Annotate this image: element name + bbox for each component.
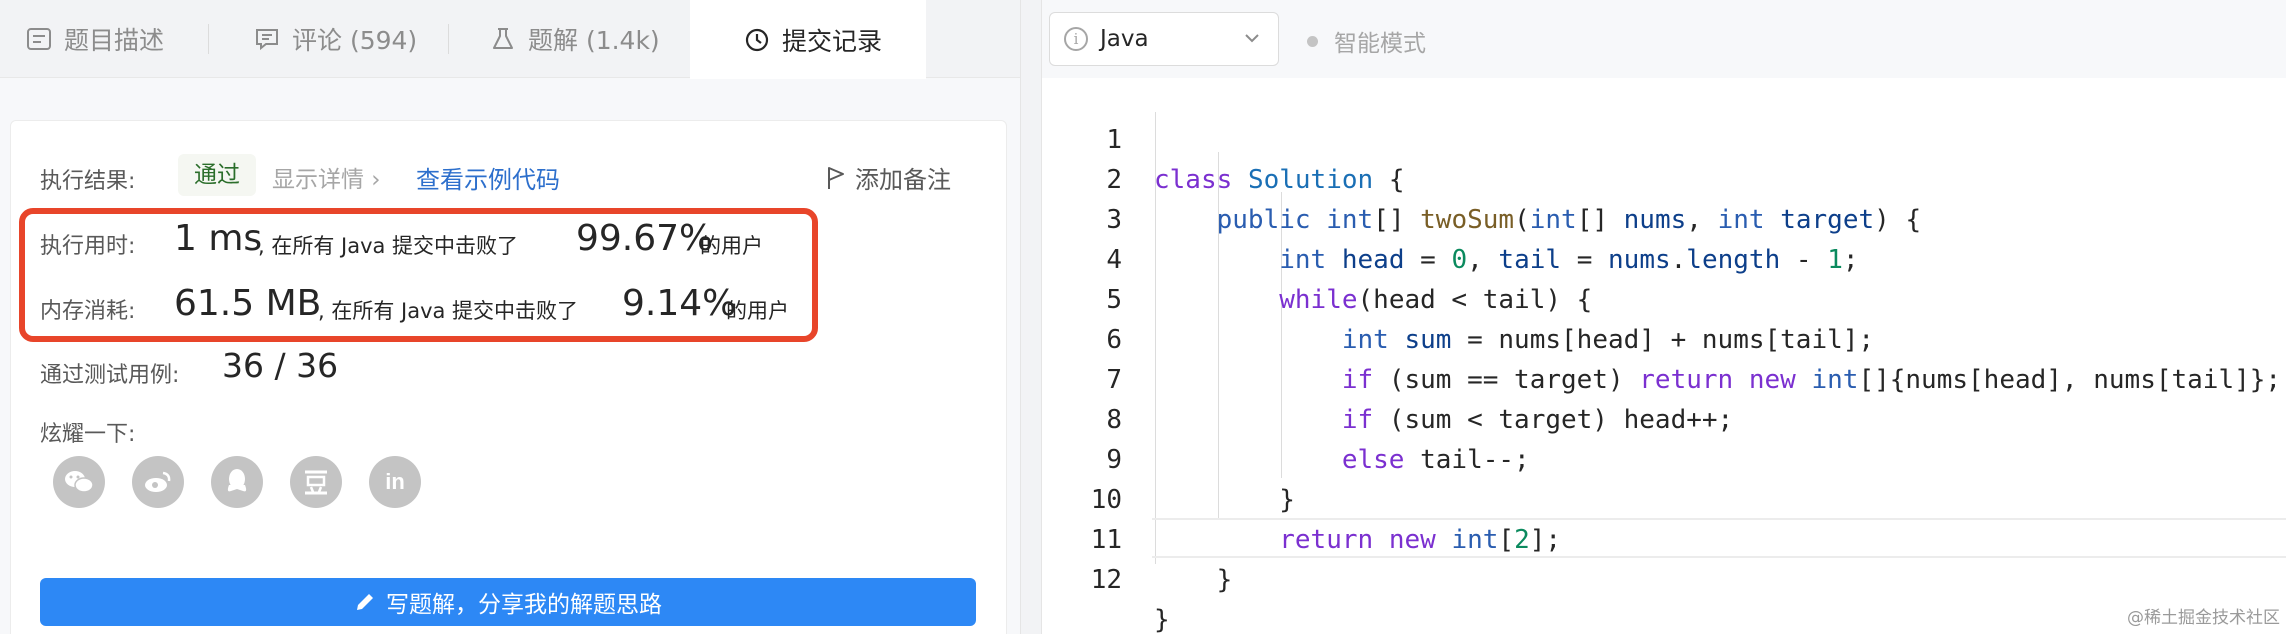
write-solution-label: 写题解，分享我的解题思路 <box>386 592 662 618</box>
code-editor-panel: i Java 智能模式 1 class Solution { 2 public … <box>1042 0 2286 634</box>
douban-icon[interactable] <box>290 456 342 508</box>
tab-bar: 题目描述 评论 (594) 题解 (1.4k) 提交记录 <box>0 0 1020 79</box>
code-line: 7 if (sum < target) head++; <box>1042 320 1733 435</box>
smart-mode-label: 智能模式 <box>1334 31 1426 57</box>
watermark: @稀土掘金技术社区 <box>2127 608 2280 628</box>
line-content: } <box>1154 485 1295 515</box>
clock-icon <box>742 25 772 55</box>
line-content: int head = 0, tail = nums.length - 1; <box>1279 245 1859 275</box>
line-content: class Solution { <box>1154 165 1405 195</box>
code-line: 3 int head = 0, tail = nums.length - 1; <box>1042 160 1858 275</box>
tab-comments-label: 评论 (594) <box>292 26 418 55</box>
line-content: } <box>1154 605 1170 634</box>
line-content: if (sum == target) return new int[]{nums… <box>1341 365 2282 395</box>
language-value: Java <box>1100 26 1149 52</box>
wechat-icon[interactable] <box>53 456 105 508</box>
code-line: 4 while(head < tail) { <box>1042 200 1592 315</box>
line-content: if (sum < target) head++; <box>1341 405 1734 435</box>
line-content: while(head < tail) { <box>1279 285 1593 315</box>
tab-solutions-label: 题解 (1.4k) <box>528 26 660 55</box>
code-area[interactable]: 1 class Solution { 2 public int[] twoSum… <box>1042 78 2286 634</box>
tab-description[interactable]: 题目描述 <box>24 0 164 78</box>
comment-icon <box>252 24 282 54</box>
add-note-button[interactable]: 添加备注 <box>825 160 951 195</box>
info-icon: i <box>1064 27 1088 51</box>
flask-icon <box>488 24 518 54</box>
editor-toolbar: i Java 智能模式 <box>1042 0 2286 78</box>
result-label: 执行结果: <box>40 169 136 194</box>
smart-mode-toggle[interactable]: 智能模式 <box>1307 24 1426 58</box>
language-select[interactable]: i Java <box>1049 12 1279 66</box>
share-label: 炫耀一下: <box>40 422 136 447</box>
tab-comments[interactable]: 评论 (594) <box>252 0 417 78</box>
panel-resizer[interactable] <box>1020 0 1042 634</box>
sample-code-link[interactable]: 查看示例代码 <box>416 160 560 195</box>
tab-separator <box>448 24 449 54</box>
description-icon <box>24 24 54 54</box>
tab-description-label: 题目描述 <box>64 26 165 55</box>
share-icons: in <box>53 456 448 508</box>
line-number: 12 <box>1090 565 1122 595</box>
line-content: return new int[2]; <box>1279 525 1562 555</box>
code-line: 10 return new int[2]; <box>1042 440 1561 555</box>
pencil-icon <box>354 591 376 613</box>
highlight-box <box>19 208 818 342</box>
line-content: int sum = nums[head] + nums[tail]; <box>1341 325 1875 355</box>
code-line: 11 } <box>1042 480 1233 595</box>
flag-icon <box>825 165 847 191</box>
code-line: 8 else tail--; <box>1042 360 1529 475</box>
line-content: else tail--; <box>1341 445 1530 475</box>
code-line: 12 } <box>1042 520 1170 634</box>
linkedin-icon[interactable]: in <box>369 456 421 508</box>
code-line: 5 int sum = nums[head] + nums[tail]; <box>1042 240 1874 355</box>
code-line: 9 } <box>1042 400 1295 515</box>
weibo-icon[interactable] <box>132 456 184 508</box>
tests-label: 通过测试用例: <box>40 363 180 388</box>
status-dot-icon <box>1307 35 1318 47</box>
chevron-down-icon <box>1242 28 1262 48</box>
write-solution-button[interactable]: 写题解，分享我的解题思路 <box>40 578 976 626</box>
line-content: } <box>1154 565 1233 595</box>
add-note-label: 添加备注 <box>855 166 951 194</box>
qq-icon[interactable] <box>211 456 263 508</box>
line-content: public int[] twoSum(int[] nums, int targ… <box>1216 205 1922 235</box>
status-badge: 通过 <box>178 154 256 196</box>
tab-separator <box>208 24 209 54</box>
show-details-link[interactable]: 显示详情 › <box>272 160 381 194</box>
code-line: 1 class Solution { <box>1042 80 1404 195</box>
tab-submissions-label: 提交记录 <box>782 26 883 56</box>
tests-value: 36 / 36 <box>222 346 339 385</box>
code-line: 2 public int[] twoSum(int[] nums, int ta… <box>1042 120 1921 235</box>
tab-submissions[interactable]: 提交记录 <box>690 0 926 79</box>
tab-solutions[interactable]: 题解 (1.4k) <box>488 0 660 78</box>
left-panel: 题目描述 评论 (594) 题解 (1.4k) 提交记录 执行结果: 通过 显示… <box>0 0 1020 634</box>
code-line: 6 if (sum == target) return new int[]{nu… <box>1042 280 2281 395</box>
